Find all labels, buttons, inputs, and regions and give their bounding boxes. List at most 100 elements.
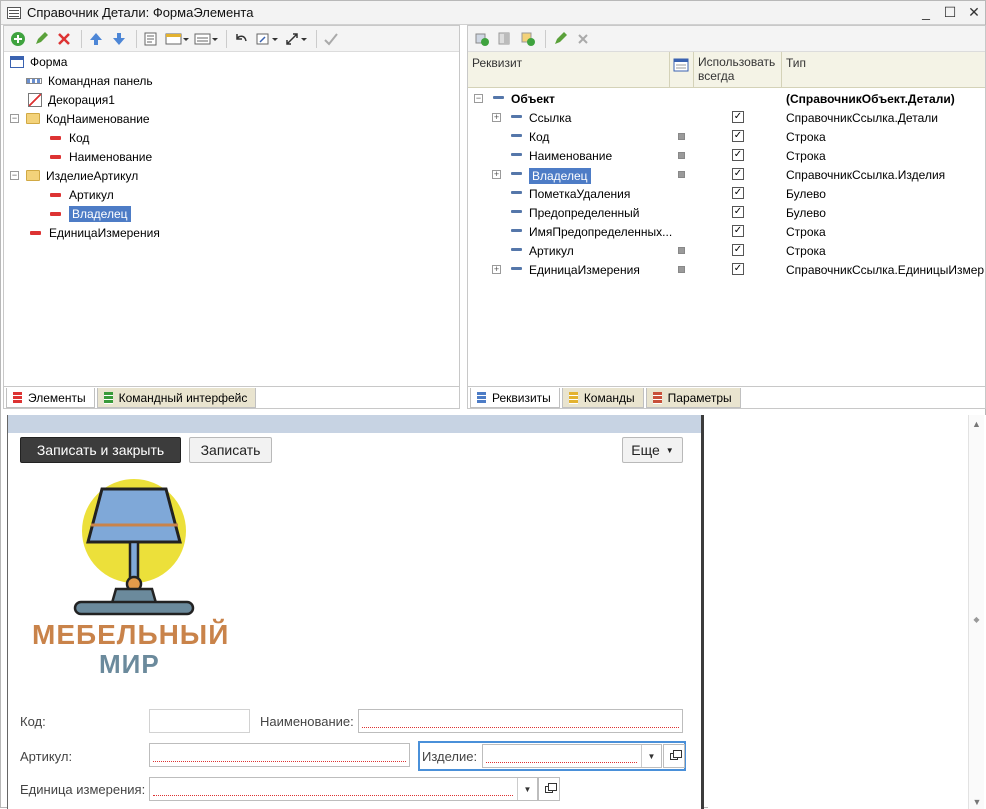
move-down-icon[interactable] [109, 29, 129, 49]
requisite-row[interactable]: + Владелец ✓ СправочникСсылка.Изделия [468, 165, 985, 184]
tab-requisites[interactable]: Реквизиты [470, 388, 560, 408]
tree-item-owner[interactable]: Владелец [50, 204, 131, 223]
requisite-row[interactable]: + Ссылка ✓ СправочникСсылка.Детали [468, 108, 985, 127]
use-always-checkbox[interactable]: ✓ [732, 187, 744, 199]
tree-item-name[interactable]: Наименование [50, 147, 152, 166]
tree-item-decoration[interactable]: Декорация1 [28, 90, 115, 109]
toolbar-separator [136, 29, 137, 48]
requisite-row[interactable]: + ЕдиницаИзмерения ✓ СправочникСсылка.Едини… [468, 260, 985, 279]
article-input[interactable] [149, 743, 410, 767]
requisite-row[interactable]: ПометкаУдаления ✓ Булево [468, 184, 985, 203]
scroll-up-icon[interactable]: ▲ [969, 419, 984, 429]
product-open-icon[interactable] [663, 744, 685, 768]
requisite-type: Строка [786, 225, 826, 239]
move-up-icon[interactable] [86, 29, 106, 49]
requisite-type: СправочникСсылка.Изделия [786, 168, 946, 182]
tab-commands[interactable]: Команды [561, 388, 644, 408]
use-always-checkbox[interactable]: ✓ [732, 168, 744, 180]
use-always-checkbox[interactable]: ✓ [732, 244, 744, 256]
header-type[interactable]: Тип [782, 52, 986, 88]
tree-item-group-product-article[interactable]: − ИзделиеАртикул [10, 166, 138, 185]
product-label: Изделие: [422, 749, 478, 764]
product-input[interactable]: ▼ [482, 744, 662, 768]
requisite-row[interactable]: − Объект (СправочникОбъект.Детали) [468, 89, 985, 108]
fit-dropdown-icon[interactable] [254, 29, 280, 49]
edit-requisite-icon[interactable] [550, 29, 570, 49]
tab-elements[interactable]: Элементы [6, 388, 95, 408]
code-input[interactable] [149, 709, 250, 733]
tree-item-code[interactable]: Код [50, 128, 89, 147]
add-nested-icon[interactable] [518, 29, 538, 49]
delete-icon[interactable] [54, 29, 74, 49]
product-dropdown-icon[interactable]: ▼ [641, 745, 661, 767]
requisite-row[interactable]: Предопределенный ✓ Булево [468, 203, 985, 222]
use-always-checkbox[interactable]: ✓ [732, 149, 744, 161]
tab-command-interface[interactable]: Командный интерфейс [96, 388, 257, 408]
expand-icon[interactable]: + [492, 170, 501, 179]
add-column-icon[interactable] [495, 29, 515, 49]
add-icon[interactable] [8, 29, 28, 49]
collapse-icon[interactable]: − [10, 114, 19, 123]
requisite-row[interactable]: ИмяПредопределенных... ✓ Строка [468, 222, 985, 241]
unit-dropdown-icon[interactable]: ▼ [517, 778, 537, 800]
article-label: Артикул: [20, 749, 73, 764]
delete-requisite-icon[interactable] [573, 29, 593, 49]
toolbar-separator [316, 29, 317, 48]
requisite-row[interactable]: Код ✓ Строка [468, 127, 985, 146]
tree-item-group-code-name[interactable]: − КодНаименование [10, 109, 150, 128]
write-button[interactable]: Записать [189, 437, 272, 463]
resize-dropdown-icon[interactable] [283, 29, 309, 49]
elements-tab-icon [13, 391, 22, 404]
requisite-type: Булево [786, 206, 826, 220]
name-input[interactable] [358, 709, 683, 733]
requisite-type: СправочникСсылка.ЕдиницыИзмере... [786, 263, 984, 277]
tree-item-command-panel[interactable]: Командная панель [26, 71, 153, 90]
use-always-checkbox[interactable]: ✓ [732, 130, 744, 142]
header-use-always[interactable]: Использовать всегда [694, 52, 782, 88]
requisite-name: Код [529, 130, 550, 144]
edit-icon[interactable] [31, 29, 51, 49]
vertical-scrollbar[interactable]: ▲ ◆ ▼ [968, 415, 984, 809]
requisite-name: ПометкаУдаления [529, 187, 631, 201]
view-marker-icon [678, 171, 685, 178]
requisites-tabs: Реквизиты Команды Параметры [468, 386, 985, 408]
tab-parameters[interactable]: Параметры [645, 388, 741, 408]
elements-toolbar [4, 26, 459, 52]
tree-item-unit[interactable]: ЕдиницаИзмерения [30, 223, 160, 242]
collapse-icon[interactable]: − [10, 171, 19, 180]
use-always-checkbox[interactable]: ✓ [732, 225, 744, 237]
header-view-icon[interactable] [670, 52, 694, 88]
expand-icon[interactable]: + [492, 265, 501, 274]
field-icon [50, 192, 61, 197]
add-requisite-icon[interactable] [472, 29, 492, 49]
tree-item-form[interactable]: Форма [10, 52, 67, 71]
write-and-close-button[interactable]: Записать и закрыть [20, 437, 181, 463]
check-icon[interactable] [321, 29, 341, 49]
unit-input[interactable]: ▼ [149, 777, 538, 801]
layout-dropdown-icon[interactable] [164, 29, 190, 49]
properties-icon[interactable] [141, 29, 161, 49]
minimize-icon[interactable]: _ [919, 4, 933, 20]
header-requisite[interactable]: Реквизит [468, 52, 670, 88]
group-dropdown-icon[interactable] [193, 29, 219, 49]
use-always-checkbox[interactable]: ✓ [732, 111, 744, 123]
form-window-icon [7, 6, 21, 19]
expand-icon[interactable]: + [492, 113, 501, 122]
more-button[interactable]: Еще ▼ [622, 437, 683, 463]
use-always-checkbox[interactable]: ✓ [732, 206, 744, 218]
close-icon[interactable]: ✕ [967, 4, 981, 20]
scroll-down-icon[interactable]: ▼ [969, 797, 985, 807]
designer-window: Справочник Детали: ФормаЭлемента _ ☐ ✕ Ф… [0, 0, 986, 809]
use-always-checkbox[interactable]: ✓ [732, 263, 744, 275]
requisite-name: ИмяПредопределенных... [529, 225, 673, 239]
tree-item-article[interactable]: Артикул [50, 185, 114, 204]
requisite-row[interactable]: Наименование ✓ Строка [468, 146, 985, 165]
code-label: Код: [20, 714, 46, 729]
scroll-grip-icon[interactable]: ◆ [972, 615, 981, 624]
view-marker-icon [678, 133, 685, 140]
maximize-icon[interactable]: ☐ [943, 4, 957, 20]
requisite-row[interactable]: Артикул ✓ Строка [468, 241, 985, 260]
collapse-icon[interactable]: − [474, 94, 483, 103]
unit-open-icon[interactable] [538, 777, 560, 801]
undo-icon[interactable] [231, 29, 251, 49]
